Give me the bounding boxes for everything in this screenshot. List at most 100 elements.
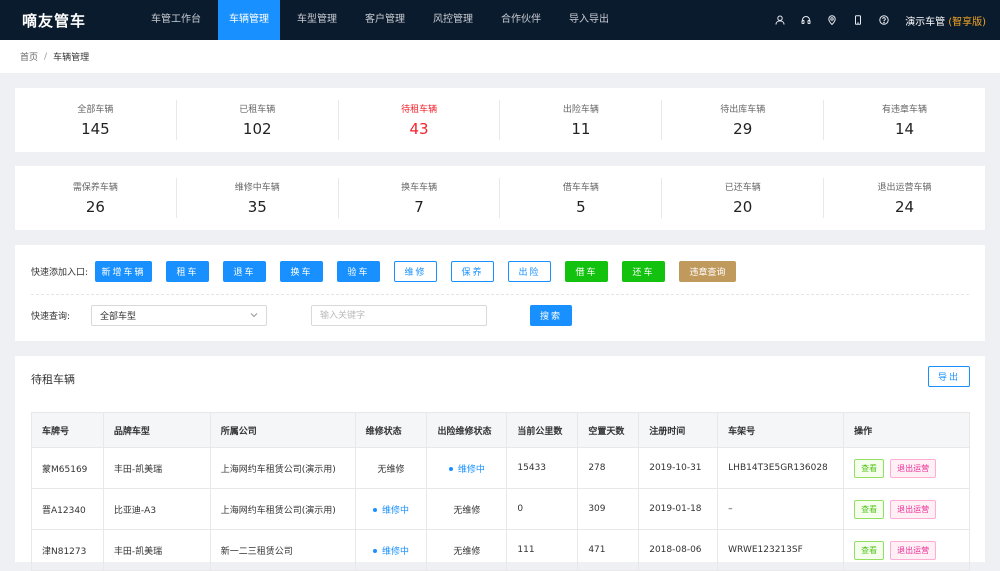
quick-search-label: 快速查询: [31, 312, 71, 322]
divider [31, 294, 969, 295]
stat-value: 43 [409, 120, 429, 138]
cell-reg-date: 2019-10-31 [638, 447, 719, 489]
stat-item[interactable]: 维修中车辆 35 [177, 178, 339, 218]
cell-vin: – [717, 488, 845, 530]
table-row: 蒙M65169 丰田-凯美瑞 上海网约车租赁公司(演示用) 无维修 维修中 15433 27… [31, 447, 970, 489]
stat-value: 102 [242, 120, 272, 138]
exit-operation-button[interactable]: 退出运营 [890, 499, 937, 519]
cell-mileage: 0 [506, 488, 579, 530]
quick-add-row: 快速添加入口: 新增车辆 租车 退车 换车 验车 维修 保养 出险 借车 还车 违章查询 [31, 261, 750, 282]
cell-idle-days: 471 [577, 529, 640, 571]
stat-item[interactable]: 已还车辆 20 [662, 178, 825, 218]
quick-add-button[interactable]: 保养 [451, 261, 494, 282]
user-menu[interactable]: 演示车管 (智享版) [905, 13, 986, 28]
status-text: 维修中 [382, 546, 410, 557]
stat-value: 24 [895, 198, 915, 216]
quick-add-button[interactable]: 维修 [394, 261, 437, 282]
stat-label: 有违章车辆 [882, 105, 928, 115]
chevron-down-icon [249, 310, 259, 320]
stat-item[interactable]: 出险车辆 11 [500, 100, 663, 140]
nav-item-5[interactable]: 风控管理 [422, 0, 484, 40]
quick-add-button[interactable]: 退车 [223, 261, 266, 282]
stat-item[interactable]: 需保养车辆 26 [15, 178, 177, 218]
view-button[interactable]: 查看 [854, 458, 885, 478]
user-name: 演示车管 [905, 16, 946, 28]
cell-actions: 查看 退出运营 [843, 488, 970, 530]
status-dot [373, 549, 378, 553]
cell-insurance-repair-status: 无维修 [426, 488, 508, 530]
stat-label: 退出运营车辆 [877, 183, 932, 193]
quick-actions-panel: 快速添加入口: 新增车辆 租车 退车 换车 验车 维修 保养 出险 借车 还车 违章查询 快速查询:… [15, 245, 985, 341]
nav-item-1[interactable]: 车管工作台 [140, 0, 212, 40]
cell-idle-days: 278 [577, 447, 640, 489]
location-pin-icon[interactable] [827, 15, 837, 25]
help-icon[interactable] [879, 15, 889, 25]
exit-operation-button[interactable]: 退出运营 [890, 540, 937, 560]
vehicle-table: 车牌号 品牌车型 所属公司 维修状态 出险维修状态 当前公里数 空置天数 注册时间 车架号 操作 … [31, 412, 970, 571]
status-text: 维修中 [382, 505, 410, 516]
column-header: 空置天数 [577, 412, 640, 448]
column-header: 品牌车型 [102, 412, 211, 448]
table-body: 蒙M65169 丰田-凯美瑞 上海网约车租赁公司(演示用) 无维修 维修中 15433 27… [31, 447, 970, 571]
stat-label: 借车车辆 [562, 183, 599, 193]
cell-company: 上海网约车租赁公司(演示用) [209, 488, 356, 530]
search-button[interactable]: 搜索 [530, 305, 572, 326]
stat-item[interactable]: 全部车辆 145 [15, 100, 177, 140]
quick-add-button[interactable]: 换车 [280, 261, 323, 282]
quick-add-button[interactable]: 还车 [622, 261, 665, 282]
stat-item[interactable]: 已租车辆 102 [177, 100, 339, 140]
nav-item-3[interactable]: 车型管理 [286, 0, 348, 40]
quick-add-button[interactable]: 验车 [337, 261, 380, 282]
stat-item[interactable]: 退出运营车辆 24 [824, 178, 985, 218]
export-button[interactable]: 导出 [928, 366, 970, 387]
vehicle-type-select[interactable]: 全部车型 [91, 305, 267, 326]
exit-operation-button[interactable]: 退出运营 [890, 458, 937, 478]
quick-add-button[interactable]: 借车 [565, 261, 608, 282]
stat-value: 7 [414, 198, 424, 216]
cell-vin: LHB14T3E5GR136028 [717, 447, 845, 489]
cell-actions: 查看 退出运营 [843, 529, 970, 571]
stat-label: 已还车辆 [724, 183, 761, 193]
user-icon[interactable] [775, 15, 785, 25]
keyword-input[interactable] [311, 305, 487, 326]
cell-vin: WRWE123213SF [717, 529, 845, 571]
quick-add-button[interactable]: 租车 [166, 261, 209, 282]
stat-item[interactable]: 待出库车辆 29 [662, 100, 825, 140]
version-badge: (智享版) [948, 16, 986, 28]
breadcrumb-home[interactable]: 首页 [20, 50, 38, 63]
status-text: 无维修 [453, 546, 481, 557]
stat-value: 14 [895, 120, 915, 138]
breadcrumb: 首页 / 车辆管理 [0, 40, 1000, 73]
quick-add-button[interactable]: 新增车辆 [95, 261, 152, 282]
column-header: 注册时间 [638, 412, 719, 448]
nav-item-4[interactable]: 客户管理 [354, 0, 416, 40]
nav-item-2[interactable]: 车辆管理 [218, 0, 280, 40]
phone-icon[interactable] [853, 15, 863, 25]
app-logo[interactable]: 嘀友管车 [0, 10, 140, 31]
cell-company: 上海网约车租赁公司(演示用) [209, 447, 356, 489]
stat-label: 需保养车辆 [72, 183, 118, 193]
nav-item-7[interactable]: 导入导出 [558, 0, 620, 40]
vehicles-for-rent-panel: 待租车辆 导出 车牌号 品牌车型 所属公司 维修状态 出险维修状态 当前公里数 空置天数 注册… [15, 356, 985, 571]
stat-item[interactable]: 有违章车辆 14 [824, 100, 985, 140]
cell-repair-status: 维修中 [354, 488, 428, 530]
view-button[interactable]: 查看 [854, 540, 885, 560]
nav-item-6[interactable]: 合作伙伴 [490, 0, 552, 40]
stat-value: 145 [81, 120, 110, 138]
stat-item[interactable]: 借车车辆 5 [500, 178, 663, 218]
stat-item[interactable]: 待租车辆 43 [339, 100, 501, 140]
stat-item[interactable]: 换车车辆 7 [339, 178, 501, 218]
stat-value: 26 [85, 198, 105, 216]
view-button[interactable]: 查看 [854, 499, 885, 519]
cell-reg-date: 2018-08-06 [638, 529, 719, 571]
panel-title: 待租车辆 [31, 373, 75, 386]
stat-label: 待出库车辆 [720, 105, 766, 115]
stat-label: 维修中车辆 [234, 183, 280, 193]
column-header: 车牌号 [31, 412, 104, 448]
quick-add-button[interactable]: 违章查询 [679, 261, 736, 282]
headset-icon[interactable] [801, 15, 811, 25]
quick-add-button[interactable]: 出险 [508, 261, 551, 282]
stats-card-primary: 全部车辆 145 已租车辆 102 待租车辆 43 出险车辆 11 待出库车辆 29 有违章车辆 14 [15, 88, 985, 152]
column-header: 当前公里数 [506, 412, 579, 448]
table-header-row: 车牌号 品牌车型 所属公司 维修状态 出险维修状态 当前公里数 空置天数 注册时间 车架号 操作 [31, 412, 970, 448]
